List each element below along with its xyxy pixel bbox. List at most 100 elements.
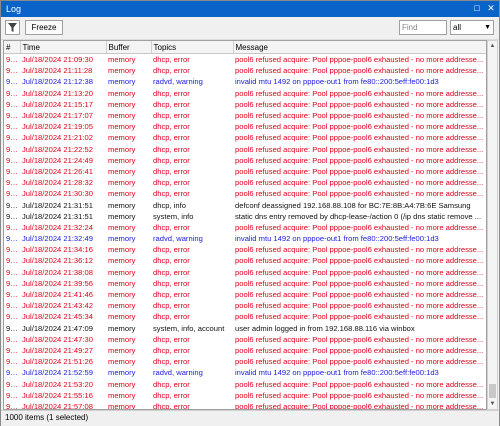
table-row[interactable]: 969 Jul/18/2024 21:12:38 memory radvd, warn…: [4, 76, 486, 87]
row-topics: dhcp, error: [153, 99, 190, 109]
freeze-button[interactable]: Freeze: [25, 20, 63, 35]
row-buffer: memory: [108, 155, 136, 165]
row-time: Jul/18/2024 21:47:09: [22, 323, 93, 333]
table-row[interactable]: 972 Jul/18/2024 21:17:07 memory dhcp, error…: [4, 110, 486, 121]
row-time: Jul/18/2024 21:24:49: [22, 155, 93, 165]
row-number: 976: [6, 155, 19, 165]
row-message: static dns entry removed by dhcp-lease-/…: [235, 211, 482, 221]
row-time: Jul/18/2024 21:09:30: [22, 55, 93, 65]
status-bar: 1000 items (1 selected): [1, 410, 499, 426]
column-time[interactable]: Time: [20, 41, 107, 54]
row-time: Jul/18/2024 21:21:02: [22, 133, 93, 143]
table-row[interactable]: 968 Jul/18/2024 21:11:28 memory dhcp, error…: [4, 65, 486, 76]
row-message: pool6 refused acquire: Pool pppoe-pool6 …: [235, 334, 484, 344]
table-row[interactable]: 982 Jul/18/2024 21:32:24 memory dhcp, error…: [4, 222, 486, 233]
vertical-scrollbar[interactable]: ▲ ▼: [487, 40, 498, 410]
table-row[interactable]: 997 Jul/18/2024 21:55:16 memory dhcp, error…: [4, 390, 486, 401]
table-row[interactable]: 984 Jul/18/2024 21:34:16 memory dhcp, error…: [4, 244, 486, 255]
row-message: pool6 refused acquire: Pool pppoe-pool6 …: [235, 66, 484, 76]
row-buffer: memory: [108, 357, 136, 367]
table-row[interactable]: 992 Jul/18/2024 21:47:30 memory dhcp, error…: [4, 334, 486, 345]
row-time: Jul/18/2024 21:34:16: [22, 245, 93, 255]
table-row[interactable]: 971 Jul/18/2024 21:15:17 memory dhcp, error…: [4, 99, 486, 110]
table-row[interactable]: 977 Jul/18/2024 21:26:41 memory dhcp, error…: [4, 166, 486, 177]
row-topics: dhcp, error: [153, 133, 190, 143]
table-row[interactable]: 988 Jul/18/2024 21:41:46 memory dhcp, error…: [4, 289, 486, 300]
table-row[interactable]: 974 Jul/18/2024 21:21:02 memory dhcp, error…: [4, 132, 486, 143]
row-time: Jul/18/2024 21:39:56: [22, 278, 93, 288]
table-row[interactable]: 995 Jul/18/2024 21:52:59 memory radvd, warn…: [4, 367, 486, 378]
column-message[interactable]: Message: [233, 41, 486, 54]
row-message: pool6 refused acquire: Pool pppoe-pool6 …: [235, 357, 484, 367]
row-number: 978: [6, 178, 19, 188]
row-time: Jul/18/2024 21:57:08: [22, 401, 93, 410]
table-row[interactable]: 983 Jul/18/2024 21:32:49 memory radvd, warn…: [4, 233, 486, 244]
row-buffer: memory: [108, 189, 136, 199]
table-row[interactable]: 998 Jul/18/2024 21:57:08 memory dhcp, error…: [4, 401, 486, 410]
row-number: 994: [6, 357, 19, 367]
row-message: pool6 refused acquire: Pool pppoe-pool6 …: [235, 222, 484, 232]
row-time: Jul/18/2024 21:52:59: [22, 368, 93, 378]
table-row[interactable]: 975 Jul/18/2024 21:22:52 memory dhcp, error…: [4, 144, 486, 155]
table-row[interactable]: 996 Jul/18/2024 21:53:20 memory dhcp, error…: [4, 378, 486, 389]
scroll-up-icon[interactable]: ▲: [488, 41, 497, 51]
column-number[interactable]: #: [4, 41, 21, 54]
row-buffer: memory: [108, 99, 136, 109]
column-topics[interactable]: Topics: [151, 41, 234, 54]
find-input[interactable]: Find: [399, 20, 447, 35]
table-row[interactable]: 989 Jul/18/2024 21:43:42 memory dhcp, error…: [4, 300, 486, 311]
filter-select[interactable]: all ▼: [450, 20, 494, 35]
row-time: Jul/18/2024 21:43:42: [22, 301, 93, 311]
close-button[interactable]: ✕: [485, 3, 497, 14]
title-bar[interactable]: Log □ ✕: [1, 1, 499, 17]
row-time: Jul/18/2024 21:13:20: [22, 88, 93, 98]
row-time: Jul/18/2024 21:41:46: [22, 290, 93, 300]
column-buffer[interactable]: Buffer: [106, 41, 152, 54]
row-topics: radvd, warning: [153, 77, 203, 87]
table-header: # Time Buffer Topics Message: [4, 41, 486, 54]
filter-button[interactable]: [5, 20, 20, 35]
table-row[interactable]: 990 Jul/18/2024 21:45:34 memory dhcp, error…: [4, 311, 486, 322]
table-row[interactable]: 978 Jul/18/2024 21:28:32 memory dhcp, error…: [4, 177, 486, 188]
row-number: 981: [6, 211, 19, 221]
table-row[interactable]: 980 Jul/18/2024 21:31:51 memory dhcp, info d…: [4, 199, 486, 210]
row-topics: dhcp, error: [153, 144, 190, 154]
row-number: 983: [6, 234, 19, 244]
row-buffer: memory: [108, 345, 136, 355]
table-row[interactable]: 967 Jul/18/2024 21:09:30 memory dhcp, error…: [4, 54, 486, 66]
row-buffer: memory: [108, 222, 136, 232]
row-message: pool6 refused acquire: Pool pppoe-pool6 …: [235, 379, 484, 389]
row-topics: radvd, warning: [153, 234, 203, 244]
table-row[interactable]: 970 Jul/18/2024 21:13:20 memory dhcp, error…: [4, 88, 486, 99]
row-buffer: memory: [108, 178, 136, 188]
row-topics: dhcp, error: [153, 267, 190, 277]
table-row[interactable]: 994 Jul/18/2024 21:51:26 memory dhcp, error…: [4, 356, 486, 367]
table-row[interactable]: 976 Jul/18/2024 21:24:49 memory dhcp, error…: [4, 155, 486, 166]
row-message: invalid mtu 1492 on pppoe-out1 from fe80…: [235, 77, 439, 87]
table-row[interactable]: 993 Jul/18/2024 21:49:27 memory dhcp, error…: [4, 345, 486, 356]
scroll-down-icon[interactable]: ▼: [488, 399, 497, 409]
table-row[interactable]: 973 Jul/18/2024 21:19:05 memory dhcp, error…: [4, 121, 486, 132]
table-row[interactable]: 981 Jul/18/2024 21:31:51 memory system, inf…: [4, 211, 486, 222]
row-number: 992: [6, 334, 19, 344]
row-time: Jul/18/2024 21:55:16: [22, 390, 93, 400]
row-buffer: memory: [108, 334, 136, 344]
row-number: 997: [6, 390, 19, 400]
table-row[interactable]: 991 Jul/18/2024 21:47:09 memory system, inf…: [4, 323, 486, 334]
row-number: 987: [6, 278, 19, 288]
table-row[interactable]: 987 Jul/18/2024 21:39:56 memory dhcp, error…: [4, 278, 486, 289]
table-body: 967 Jul/18/2024 21:09:30 memory dhcp, error…: [4, 54, 486, 410]
table-row[interactable]: 979 Jul/18/2024 21:30:30 memory dhcp, error…: [4, 188, 486, 199]
table-row[interactable]: 985 Jul/18/2024 21:36:12 memory dhcp, error…: [4, 255, 486, 266]
table-row[interactable]: 986 Jul/18/2024 21:38:08 memory dhcp, error…: [4, 267, 486, 278]
row-topics: dhcp, error: [153, 222, 190, 232]
maximize-button[interactable]: □: [471, 3, 483, 14]
row-message: pool6 refused acquire: Pool pppoe-pool6 …: [235, 144, 484, 154]
row-topics: system, info, account: [153, 323, 225, 333]
row-message: pool6 refused acquire: Pool pppoe-pool6 …: [235, 189, 484, 199]
scroll-thumb[interactable]: [489, 384, 496, 398]
row-number: 977: [6, 166, 19, 176]
row-message: pool6 refused acquire: Pool pppoe-pool6 …: [235, 290, 484, 300]
row-number: 979: [6, 189, 19, 199]
row-number: 971: [6, 99, 19, 109]
